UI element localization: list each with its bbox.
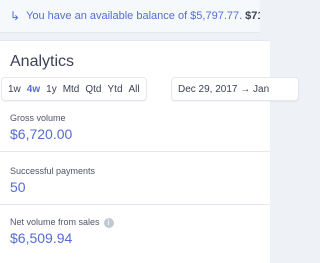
range-ytd[interactable]: Ytd	[108, 84, 123, 95]
range-1w[interactable]: 1w	[8, 84, 21, 95]
divider	[0, 204, 270, 205]
metric-label: Gross volume	[10, 113, 66, 123]
date-range-text: Dec 29, 2017 → Jan	[178, 83, 270, 95]
date-range-picker[interactable]: Dec 29, 2017 → Jan	[171, 77, 299, 101]
balance-banner: ↳ You have an available balance of $5,79…	[0, 0, 260, 33]
analytics-title: Analytics	[10, 53, 75, 70]
metric-label-row: Net volume from sales i	[10, 217, 114, 228]
range-all[interactable]: All	[129, 84, 140, 95]
metric-label: Successful payments	[10, 166, 96, 176]
range-qtd[interactable]: Qtd	[85, 84, 101, 95]
pending-amount: $712.17	[245, 10, 260, 22]
analytics-card: Analytics 1w 4w 1y Mtd Qtd Ytd All Dec 2…	[0, 40, 299, 263]
trend-arrow-icon: ↳	[10, 9, 21, 23]
range-1y[interactable]: 1y	[46, 84, 57, 95]
info-icon[interactable]: i	[103, 217, 114, 228]
divider	[0, 151, 270, 152]
range-selector: 1w 4w 1y Mtd Qtd Ytd All	[1, 77, 147, 101]
metric-value: 50	[10, 179, 26, 195]
metric-label: Net volume from sales	[10, 217, 100, 227]
metric-value: $6,720.00	[10, 126, 73, 142]
range-4w[interactable]: 4w	[27, 84, 40, 95]
balance-text: You have an available balance of $5,797.…	[26, 10, 243, 22]
metric-value: $6,509.94	[10, 230, 73, 246]
range-mtd[interactable]: Mtd	[63, 84, 80, 95]
